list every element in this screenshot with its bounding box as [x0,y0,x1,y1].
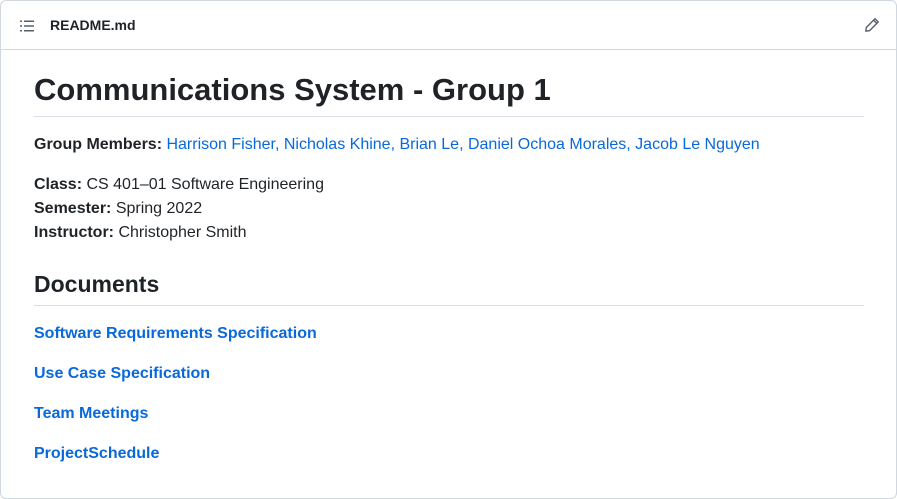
member-link[interactable]: Harrison Fisher, [166,136,279,153]
document-link-project-schedule[interactable]: ProjectSchedule [34,442,864,466]
class-info: Class: CS 401–01 Software Engineering Se… [34,173,864,245]
instructor-label: Instructor: [34,224,114,241]
member-link[interactable]: Daniel Ochoa Morales, [468,136,631,153]
document-link-team-meetings[interactable]: Team Meetings [34,402,864,426]
readme-header: README.md [1,1,896,50]
member-link[interactable]: Jacob Le Nguyen [635,136,760,153]
class-line: Class: CS 401–01 Software Engineering [34,173,864,197]
semester-value: Spring 2022 [115,200,203,217]
document-link-srs[interactable]: Software Requirements Specification [34,322,864,346]
readme-container: README.md Communications System - Group … [0,0,897,499]
file-name: README.md [50,17,136,33]
member-link[interactable]: Brian Le, [399,136,463,153]
group-members: Group Members: Harrison Fisher, Nicholas… [34,133,864,157]
instructor-line: Instructor: Christopher Smith [34,221,864,245]
class-value: CS 401–01 Software Engineering [86,176,324,193]
member-link[interactable]: Nicholas Khine, [284,136,395,153]
semester-line: Semester: Spring 2022 [34,197,864,221]
page-title: Communications System - Group 1 [34,70,864,117]
instructor-value: Christopher Smith [118,224,247,241]
list-unordered-icon[interactable] [19,18,35,34]
documents-list: Software Requirements Specification Use … [34,322,864,466]
semester-label: Semester: [34,200,112,217]
members-label: Group Members: [34,136,163,153]
markdown-body: Communications System - Group 1 Group Me… [34,50,864,482]
documents-heading: Documents [34,269,864,306]
pencil-icon[interactable] [864,17,880,33]
class-label: Class: [34,176,83,193]
document-link-use-case[interactable]: Use Case Specification [34,362,864,386]
